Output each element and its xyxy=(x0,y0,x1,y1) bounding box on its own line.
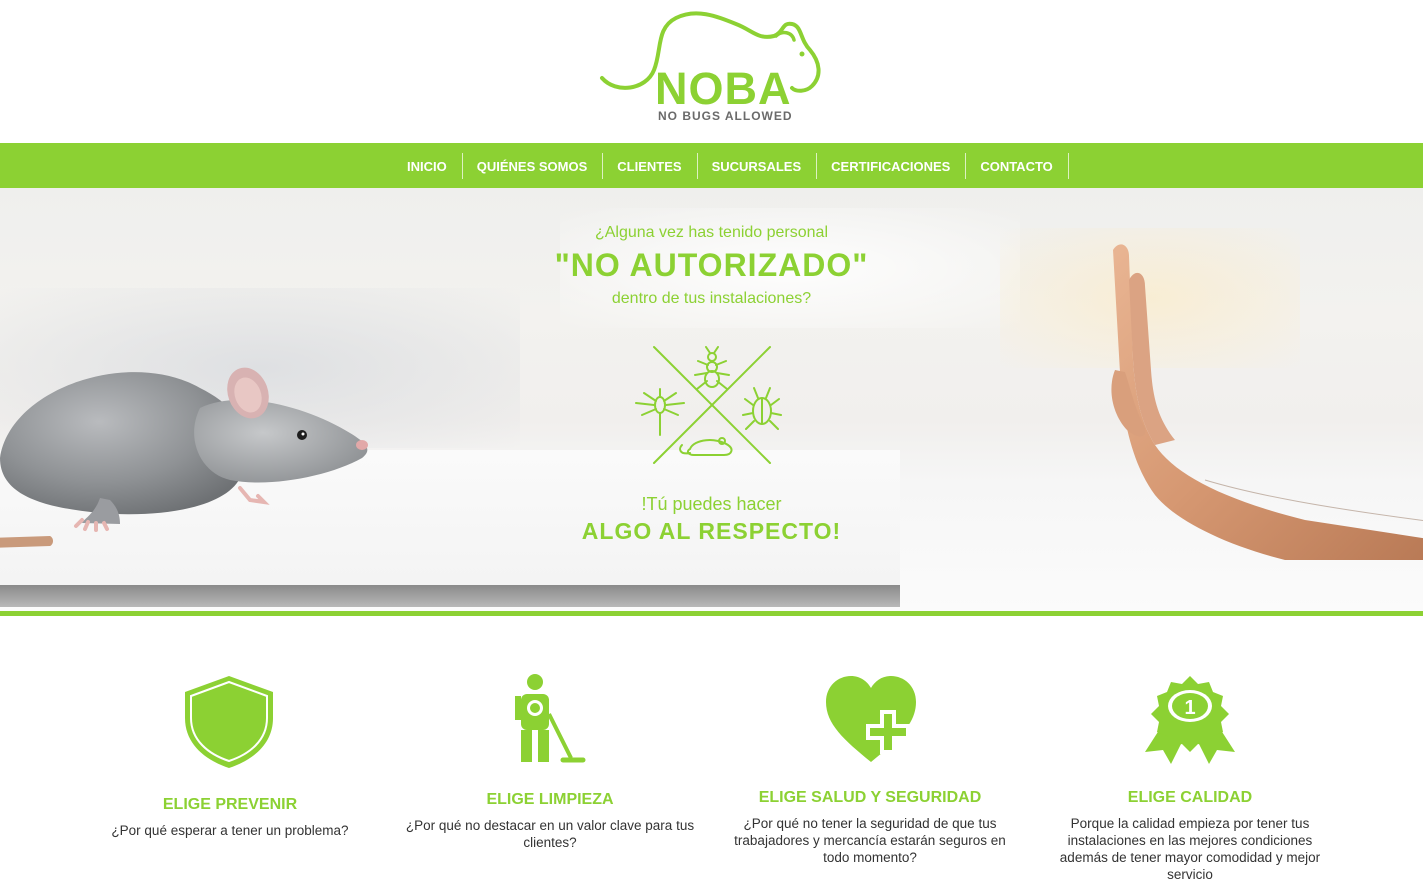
noba-logo[interactable]: NOBA NO BUGS ALLOWED xyxy=(596,10,826,125)
feature-title: ELIGE LIMPIEZA xyxy=(486,791,614,808)
logo-wordmark: NOBA xyxy=(655,63,792,114)
feature-calidad: 1 ELIGE CALIDAD Porque la calidad empiez… xyxy=(1045,616,1335,881)
cleaner-icon xyxy=(515,674,586,763)
no-pests-emblem-icon xyxy=(635,346,782,464)
feature-title: ELIGE PREVENIR xyxy=(162,796,298,813)
counter-edge xyxy=(0,585,900,607)
feature-limpieza: ELIGE LIMPIEZA ¿Por qué no destacar en u… xyxy=(405,616,695,881)
hero-question-line1: ¿Alguna vez has tenido personal xyxy=(594,224,829,241)
nav-item-clientes[interactable]: CLIENTES xyxy=(603,153,698,179)
nav-item-sucursales[interactable]: SUCURSALES xyxy=(698,153,818,179)
nav-item-inicio[interactable]: INICIO xyxy=(394,153,463,179)
feature-text: ¿Por qué no destacar en un valor clave p… xyxy=(405,818,695,850)
award-badge-number: 1 xyxy=(1184,697,1195,719)
feature-title: ELIGE CALIDAD xyxy=(1127,789,1253,806)
feature-title: ELIGE SALUD Y SEGURIDAD xyxy=(758,789,982,806)
award-ribbon-icon: 1 xyxy=(1145,676,1235,764)
hero-banner: ¿Alguna vez has tenido personal "NO AUTO… xyxy=(0,188,1423,611)
feature-salud-seguridad: ELIGE SALUD Y SEGURIDAD ¿Por qué no tene… xyxy=(720,616,1020,881)
hero-cta-line2: ALGO AL RESPECTO! xyxy=(581,518,842,544)
features-section: ELIGE PREVENIR ¿Por qué esperar a tener … xyxy=(0,616,1423,881)
heart-plus-icon xyxy=(826,676,916,762)
feature-prevenir: ELIGE PREVENIR ¿Por qué esperar a tener … xyxy=(90,616,370,881)
rat-image xyxy=(0,367,368,548)
shield-icon xyxy=(185,676,273,768)
feature-text: Porque la calidad empieza por tener tus … xyxy=(1059,816,1321,881)
hero-question-line2: dentro de tus instalaciones? xyxy=(611,290,812,307)
nav-item-quienes-somos[interactable]: QUIÉNES SOMOS xyxy=(463,153,604,179)
hero-headline: "NO AUTORIZADO" xyxy=(554,247,869,283)
nav-item-certificaciones[interactable]: CERTIFICACIONES xyxy=(817,153,967,179)
feature-text: ¿Por qué no tener la seguridad de que tu… xyxy=(734,816,1006,865)
site-header: NOBA NO BUGS ALLOWED xyxy=(0,0,1423,143)
logo-tagline: NO BUGS ALLOWED xyxy=(658,109,793,123)
nav-item-contacto[interactable]: CONTACTO xyxy=(966,153,1069,179)
main-nav: INICIO QUIÉNES SOMOS CLIENTES SUCURSALES… xyxy=(0,143,1423,188)
feature-text: ¿Por qué esperar a tener un problema? xyxy=(111,823,349,838)
hero-cta-line1: !Tú puedes hacer xyxy=(641,494,782,514)
